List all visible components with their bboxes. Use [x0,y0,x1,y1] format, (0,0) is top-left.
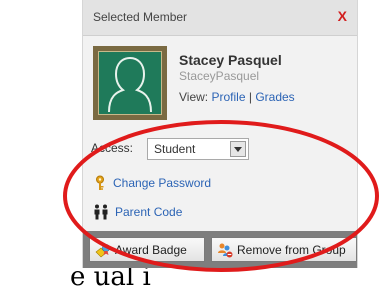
member-name: Stacey Pasquel [179,52,282,68]
parent-code-link[interactable]: Parent Code [93,204,182,220]
award-badge-icon [95,243,110,257]
access-label: Access: [91,141,134,155]
avatar [93,46,167,120]
key-icon [96,175,104,190]
parent-code-label: Parent Code [115,205,183,219]
chalkboard-avatar-icon [98,51,162,115]
panel-title: Selected Member [93,10,188,24]
change-password-label: Change Password [113,176,212,190]
panel-header: Selected Member X [83,0,357,36]
award-badge-label: Award Badge [115,242,187,257]
profile-link[interactable]: Profile [211,90,245,104]
access-select[interactable]: Student [147,138,249,160]
link-separator: | [248,90,252,104]
selected-member-panel: Selected Member X Stacey Pasquel StaceyP… [82,0,358,268]
remove-from-group-icon [218,243,233,257]
close-icon[interactable]: X [338,8,347,24]
family-icon [94,204,108,220]
view-label: View: [179,90,209,104]
award-badge-button[interactable]: Award Badge [89,237,205,262]
chevron-down-icon[interactable] [230,141,246,157]
remove-from-group-button[interactable]: Remove from Group [211,237,357,262]
change-password-link[interactable]: Change Password [93,175,211,191]
member-username: StaceyPasquel [179,69,260,83]
grades-link[interactable]: Grades [255,90,294,104]
access-select-value: Student [154,142,196,156]
remove-from-group-label: Remove from Group [237,242,346,257]
member-links: View: Profile | Grades [179,90,295,104]
action-bar: Award Badge Remove from Group [83,231,357,268]
